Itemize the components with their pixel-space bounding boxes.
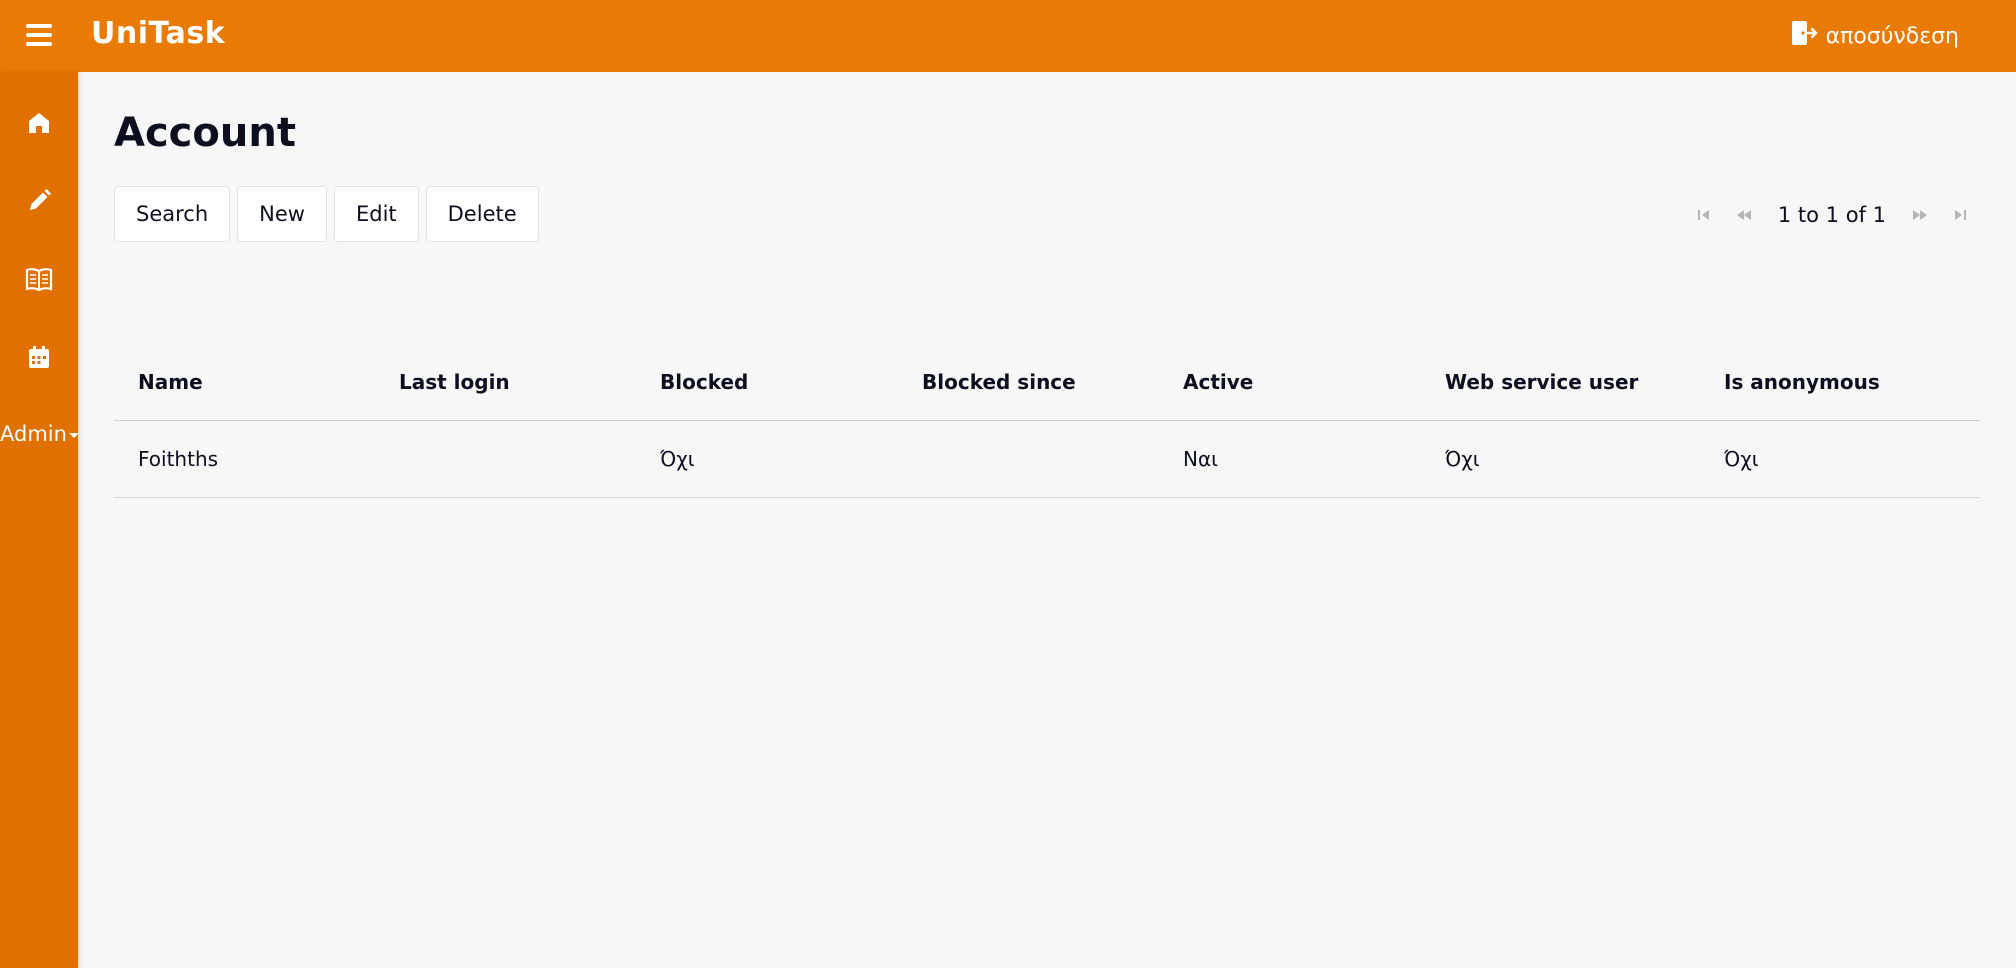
column-header-web-service-user[interactable]: Web service user bbox=[1421, 344, 1700, 421]
previous-page-icon[interactable] bbox=[1724, 200, 1764, 230]
account-table: Name Last login Blocked Blocked since Ac… bbox=[114, 344, 1980, 498]
cell-blocked-since bbox=[898, 420, 1159, 498]
cell-last-login bbox=[375, 420, 636, 498]
toolbar: Search New Edit Delete bbox=[114, 186, 539, 242]
logout-button[interactable]: αποσύνδεση bbox=[1790, 20, 1959, 52]
top-bar: UniTask αποσύνδεση bbox=[0, 0, 2016, 72]
table-row[interactable]: Foithths Όχι Ναι Όχι Όχι bbox=[114, 420, 1980, 498]
column-header-is-anonymous[interactable]: Is anonymous bbox=[1700, 344, 1980, 421]
column-header-name[interactable]: Name bbox=[114, 344, 375, 421]
search-button[interactable]: Search bbox=[114, 186, 231, 242]
table-header-row: Name Last login Blocked Blocked since Ac… bbox=[114, 344, 1980, 421]
column-header-active[interactable]: Active bbox=[1159, 344, 1421, 421]
cell-name: Foithths bbox=[114, 420, 375, 498]
cell-is-anonymous: Όχι bbox=[1700, 420, 1980, 498]
column-header-blocked[interactable]: Blocked bbox=[636, 344, 898, 421]
first-page-icon[interactable] bbox=[1684, 200, 1724, 230]
home-icon[interactable] bbox=[24, 108, 54, 138]
pagination-text: 1 to 1 of 1 bbox=[1777, 203, 1886, 227]
door-exit-icon bbox=[1790, 20, 1826, 52]
cell-blocked: Όχι bbox=[636, 420, 898, 498]
admin-menu[interactable]: Admin bbox=[0, 422, 79, 446]
caret-down-icon bbox=[68, 433, 79, 438]
page-title: Account bbox=[114, 110, 296, 156]
calendar-icon[interactable] bbox=[24, 342, 54, 372]
hamburger-menu-icon[interactable] bbox=[26, 24, 52, 46]
cell-active: Ναι bbox=[1159, 420, 1421, 498]
edit-button[interactable]: Edit bbox=[333, 186, 419, 242]
column-header-blocked-since[interactable]: Blocked since bbox=[898, 344, 1159, 421]
new-button[interactable]: New bbox=[237, 186, 327, 242]
app-title: UniTask bbox=[91, 16, 226, 51]
open-book-icon[interactable] bbox=[24, 264, 54, 294]
admin-label: Admin bbox=[0, 422, 67, 446]
column-header-last-login[interactable]: Last login bbox=[375, 344, 636, 421]
next-page-icon[interactable] bbox=[1900, 200, 1940, 230]
pagination: 1 to 1 of 1 bbox=[1684, 200, 1980, 230]
pencil-icon[interactable] bbox=[24, 186, 54, 216]
logout-label: αποσύνδεση bbox=[1825, 23, 1959, 49]
cell-web-service-user: Όχι bbox=[1421, 420, 1700, 498]
sidebar: Admin bbox=[0, 72, 79, 968]
delete-button[interactable]: Delete bbox=[425, 186, 539, 242]
last-page-icon[interactable] bbox=[1940, 200, 1980, 230]
